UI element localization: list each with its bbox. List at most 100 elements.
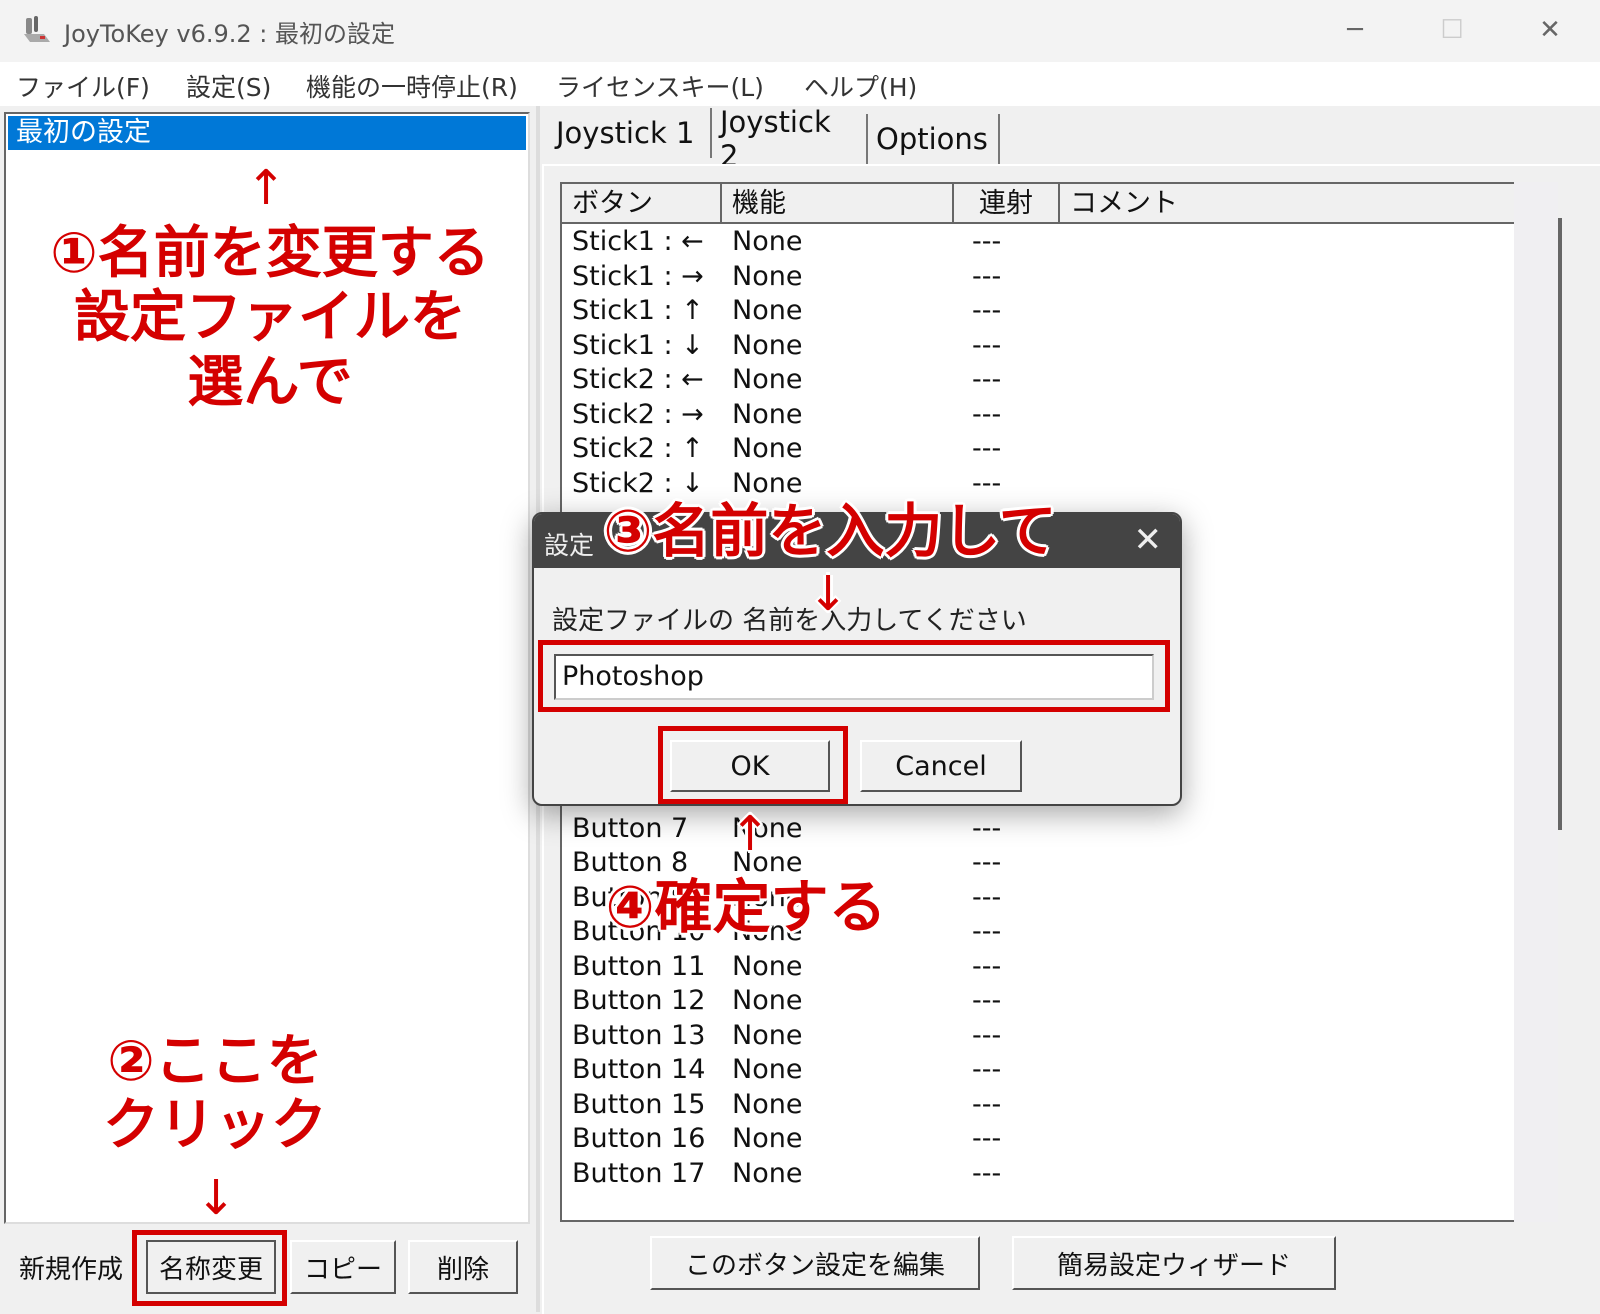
cell-button: Button 7 bbox=[572, 812, 689, 844]
table-row[interactable]: Stick1 : ↑ None --- bbox=[562, 293, 1522, 328]
column-function[interactable]: 機能 bbox=[722, 184, 954, 222]
cell-function: None bbox=[732, 260, 803, 292]
table-row[interactable]: Stick2 : → None --- bbox=[562, 397, 1522, 432]
cell-rapid: --- bbox=[972, 1123, 1002, 1154]
menu-pause[interactable]: 機能の一時停止(R) bbox=[306, 68, 518, 104]
table-row[interactable]: Stick1 : ← None --- bbox=[562, 224, 1522, 259]
cell-button: Stick1 : ↑ bbox=[572, 295, 704, 326]
cell-button: Button 13 bbox=[572, 1019, 706, 1051]
table-row[interactable]: Stick1 : ↓ None --- bbox=[562, 328, 1522, 363]
edit-button-setting-button[interactable]: このボタン設定を編集 bbox=[650, 1236, 980, 1290]
cell-rapid: --- bbox=[972, 916, 1002, 947]
close-button[interactable]: ✕ bbox=[1520, 10, 1580, 50]
cell-function: None bbox=[732, 329, 803, 361]
table-row[interactable]: Button 7 None --- bbox=[562, 811, 1522, 846]
annotation-step1: ①名前を変更する 設定ファイルを 選んで bbox=[50, 221, 490, 415]
cell-button: Button 17 bbox=[572, 1157, 706, 1189]
table-row[interactable]: Button 11 None --- bbox=[562, 949, 1522, 984]
tab-options[interactable]: Options bbox=[868, 114, 1000, 164]
cell-function: None bbox=[732, 1123, 803, 1154]
cell-button: Stick2 : ↓ bbox=[572, 467, 704, 499]
window-title: JoyToKey v6.9.2 : 最初の設定 bbox=[64, 20, 395, 48]
menu-license[interactable]: ライセンスキー(L) bbox=[556, 68, 764, 104]
table-row[interactable]: Stick2 : ← None --- bbox=[562, 362, 1522, 397]
cell-rapid: --- bbox=[972, 1054, 1002, 1085]
annotation-step4: ④確定する bbox=[605, 873, 887, 941]
table-header: ボタン 機能 連射 コメント bbox=[562, 184, 1530, 224]
setup-wizard-button[interactable]: 簡易設定ウィザード bbox=[1012, 1236, 1336, 1290]
table-row[interactable]: Button 13 None --- bbox=[562, 1018, 1522, 1053]
new-profile-button[interactable]: 新規作成 bbox=[10, 1240, 132, 1294]
minimize-button[interactable]: ─ bbox=[1325, 10, 1385, 50]
table-scrollbar[interactable] bbox=[1514, 182, 1558, 1222]
ok-highlight bbox=[658, 726, 848, 804]
cell-function: None bbox=[732, 467, 803, 499]
table-row[interactable]: Stick2 : ↑ None --- bbox=[562, 431, 1522, 466]
cell-function: None bbox=[732, 398, 803, 430]
cell-button: Stick2 : ↑ bbox=[572, 433, 704, 464]
dialog-title: 設定 bbox=[544, 531, 595, 560]
tab-joystick-2[interactable]: Joystick 2 bbox=[712, 105, 868, 173]
cell-rapid: --- bbox=[972, 433, 1002, 464]
cell-function: None bbox=[732, 985, 803, 1016]
cell-button: Button 11 bbox=[572, 950, 706, 982]
cell-rapid: --- bbox=[972, 398, 1002, 430]
minimize-icon: ─ bbox=[1347, 15, 1363, 45]
menu-bar: ファイル(F) 設定(S) 機能の一時停止(R) ライセンスキー(L) ヘルプ(… bbox=[0, 62, 1600, 106]
table-row[interactable]: Button 14 None --- bbox=[562, 1052, 1522, 1087]
cell-button: Stick1 : ← bbox=[572, 226, 704, 257]
tab-joystick-1[interactable]: Joystick 1 bbox=[548, 108, 712, 158]
annotation-arrow-up-icon: ↑ bbox=[246, 160, 287, 216]
cell-function: None bbox=[732, 1054, 803, 1085]
cell-function: None bbox=[732, 433, 803, 464]
cell-rapid: --- bbox=[972, 985, 1002, 1016]
cell-button: Button 15 bbox=[572, 1088, 706, 1120]
profile-item-selected[interactable]: 最初の設定 bbox=[8, 116, 526, 150]
copy-profile-button[interactable]: コピー bbox=[290, 1240, 396, 1294]
cell-button: Stick2 : → bbox=[572, 398, 704, 430]
cell-button: Button 12 bbox=[572, 985, 706, 1016]
table-row[interactable]: Button 12 None --- bbox=[562, 983, 1522, 1018]
close-icon: ✕ bbox=[1539, 15, 1561, 45]
cell-function: None bbox=[732, 1157, 803, 1189]
cell-function: None bbox=[732, 1088, 803, 1120]
dialog-cancel-button[interactable]: Cancel bbox=[860, 740, 1022, 792]
table-row[interactable]: Button 17 None --- bbox=[562, 1156, 1522, 1191]
cell-rapid: --- bbox=[972, 329, 1002, 361]
dialog-prompt: 設定ファイルの 名前を入力してください bbox=[552, 606, 1027, 636]
annotation-arrow-down-icon: ↓ bbox=[196, 1170, 237, 1226]
delete-profile-button[interactable]: 削除 bbox=[408, 1240, 518, 1294]
cell-button: Stick1 : ↓ bbox=[572, 329, 704, 361]
maximize-button[interactable]: ☐ bbox=[1422, 10, 1482, 50]
cell-rapid: --- bbox=[972, 260, 1002, 292]
cell-function: None bbox=[732, 226, 803, 257]
column-comment[interactable]: コメント bbox=[1060, 184, 1530, 222]
cell-button: Stick1 : → bbox=[572, 260, 704, 292]
input-highlight bbox=[538, 640, 1170, 712]
scrollbar-thumb[interactable] bbox=[1558, 218, 1562, 830]
cell-function: None bbox=[732, 1019, 803, 1051]
joystick-icon bbox=[24, 16, 50, 42]
table-row[interactable]: Stick1 : → None --- bbox=[562, 259, 1522, 294]
cell-button: Button 16 bbox=[572, 1123, 706, 1154]
menu-help[interactable]: ヘルプ(H) bbox=[804, 68, 917, 104]
column-button[interactable]: ボタン bbox=[562, 184, 722, 222]
table-row[interactable]: Button 16 None --- bbox=[562, 1121, 1522, 1156]
rename-highlight bbox=[132, 1230, 287, 1306]
cell-function: None bbox=[732, 295, 803, 326]
dialog-close-icon[interactable]: ✕ bbox=[1134, 520, 1163, 560]
cell-rapid: --- bbox=[972, 364, 1002, 395]
annotation-arrow-down-icon: ↓ bbox=[808, 566, 849, 622]
menu-file[interactable]: ファイル(F) bbox=[16, 68, 150, 104]
column-rapid-fire[interactable]: 連射 bbox=[954, 184, 1060, 222]
table-row[interactable]: Stick2 : ↓ None --- bbox=[562, 466, 1522, 501]
cell-rapid: --- bbox=[972, 467, 1002, 499]
cell-rapid: --- bbox=[972, 295, 1002, 326]
maximize-icon: ☐ bbox=[1440, 15, 1464, 45]
table-row[interactable]: Button 15 None --- bbox=[562, 1087, 1522, 1122]
menu-settings[interactable]: 設定(S) bbox=[186, 68, 271, 104]
cell-rapid: --- bbox=[972, 881, 1002, 913]
title-bar: JoyToKey v6.9.2 : 最初の設定 ─ ☐ ✕ bbox=[0, 0, 1600, 62]
cell-rapid: --- bbox=[972, 812, 1002, 844]
annotation-step2: ②ここを クリック bbox=[103, 1029, 327, 1159]
